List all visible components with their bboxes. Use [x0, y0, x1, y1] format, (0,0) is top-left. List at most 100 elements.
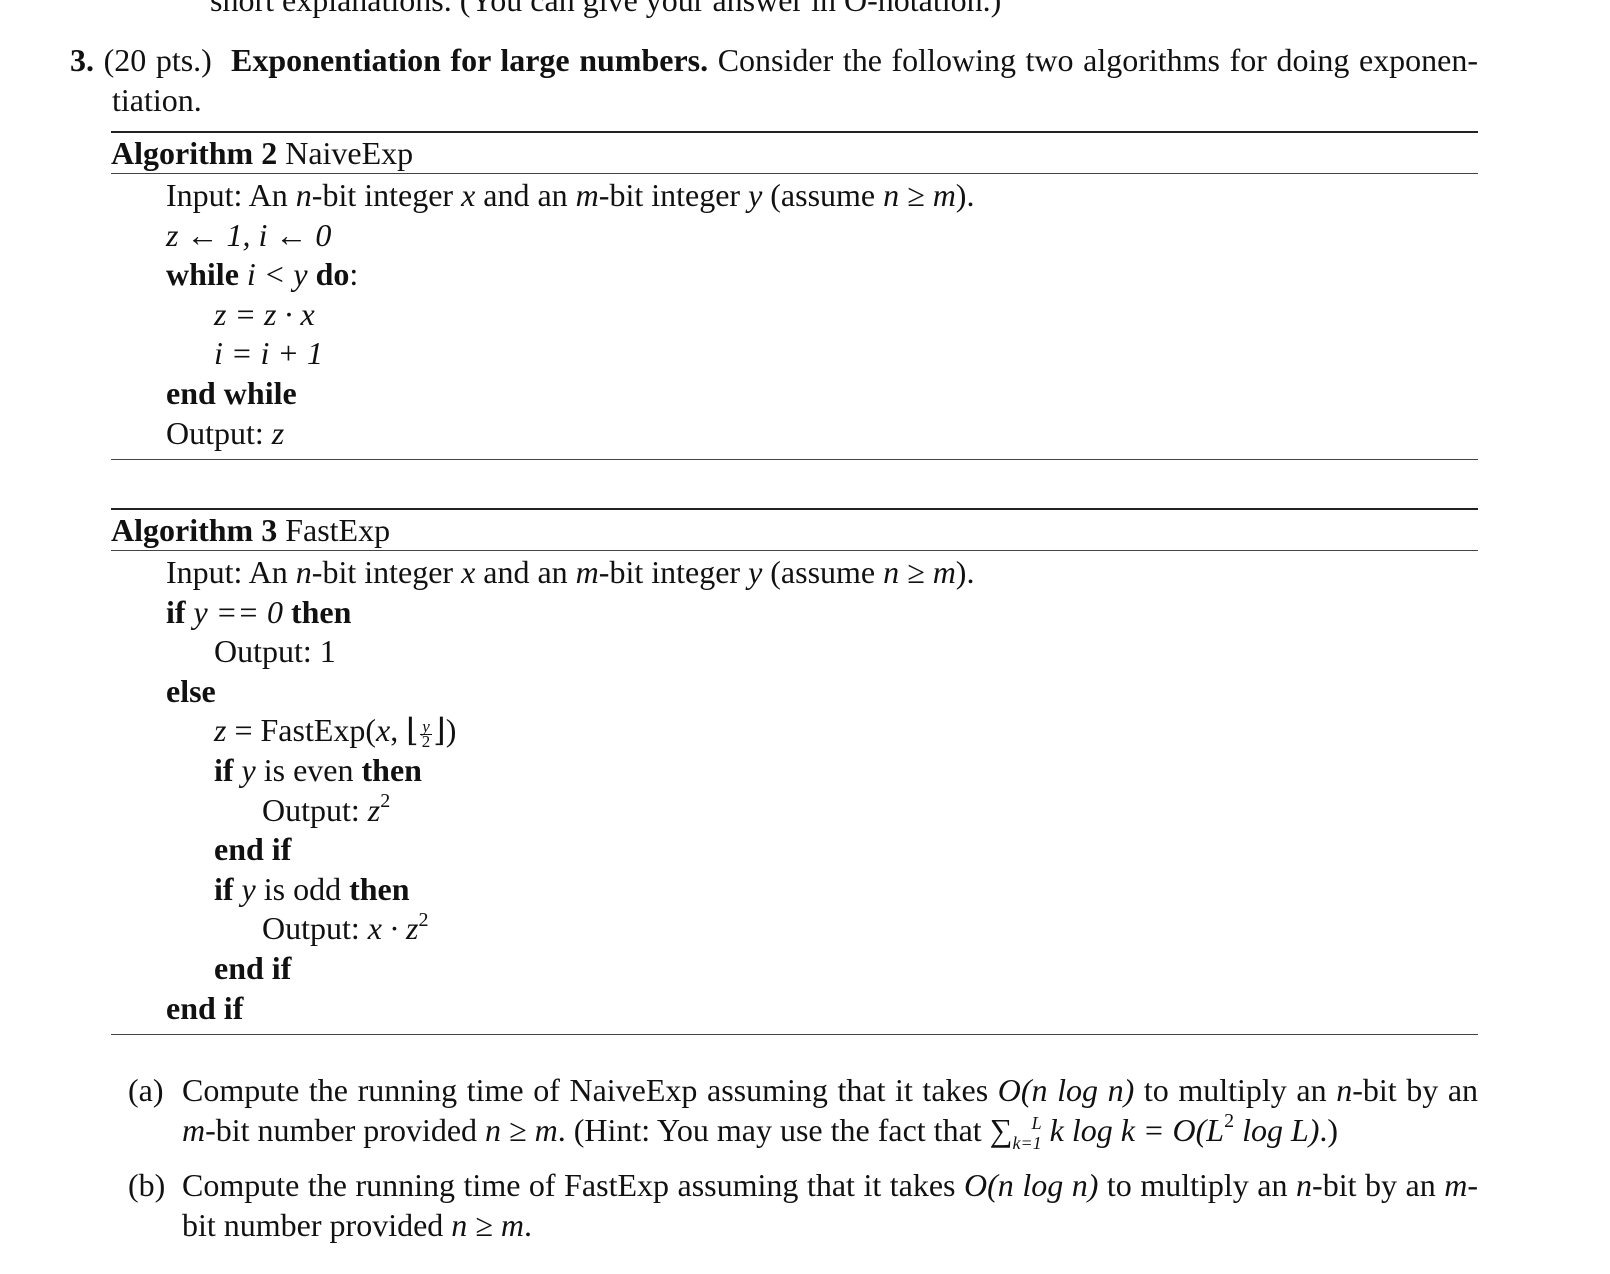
keyword-then: then [361, 751, 422, 788]
var-y: y [748, 177, 763, 213]
problem-intro-continued: tiation. [112, 82, 202, 118]
fraction-y-over-2: y2 [419, 718, 433, 751]
output-label: Output: [262, 910, 368, 947]
output-value: z [271, 414, 285, 451]
output-line: Output: x · z2 [111, 909, 1478, 949]
algorithm-input-line: Input: An n-bit integer x and an m-bit i… [111, 553, 1478, 593]
keyword-do: do [315, 256, 350, 293]
problem-points: (20 pts.) [103, 42, 212, 78]
problem-title: Exponentiation for large numbers. [231, 42, 709, 78]
keyword-if: if [214, 751, 234, 788]
algorithm-title: Algorithm 3 FastExp [111, 510, 1478, 550]
var-x: x [461, 177, 476, 213]
loop-body-line: z = z · x [214, 295, 315, 332]
part-text: Compute the running time of NaiveExp ass… [182, 1070, 1478, 1155]
text: -bit number provided [205, 1112, 486, 1148]
output-line: Output: z2 [111, 791, 1478, 831]
algorithm-body: Input: An n-bit integer x and an m-bit i… [111, 174, 1478, 459]
text: .) [1319, 1112, 1339, 1148]
init-line: z ← 1, i ← 0 [166, 216, 332, 253]
if-condition: y == 0 [185, 593, 291, 630]
input-text: (assume [762, 554, 884, 590]
question-parts: (a) Compute the running time of NaiveExp… [128, 1070, 1478, 1255]
input-text: -bit integer [598, 554, 749, 590]
problem-header-line1: 3. (20 pts.) Exponentiation for large nu… [70, 40, 1478, 80]
var-x: x [376, 712, 391, 749]
end-if-line: end if [214, 949, 292, 986]
var-m: m [1444, 1167, 1468, 1203]
input-text: ). [955, 554, 975, 590]
if-zero-line: if y == 0 then [111, 593, 1478, 633]
algorithm-bottom-rule [111, 459, 1478, 461]
output-line: Output: z [111, 414, 1478, 454]
call-text: = FastExp( [226, 712, 377, 749]
var-x: x [461, 554, 476, 590]
keyword-then: then [349, 870, 410, 907]
sum-tail: log L) [1234, 1112, 1320, 1148]
exponent: 2 [380, 789, 391, 812]
problem-header: 3. (20 pts.) Exponentiation for large nu… [70, 40, 1478, 120]
exponent: 2 [418, 908, 429, 931]
if-even-line: if y is even then [111, 751, 1478, 791]
text: . (Hint: You may use the fact that [557, 1112, 990, 1148]
input-text: -bit integer [598, 177, 749, 213]
algorithm-naiveexp: Algorithm 2 NaiveExp Input: An n-bit int… [111, 131, 1478, 461]
text: -bit by an [1312, 1167, 1445, 1203]
part-a: (a) Compute the running time of NaiveExp… [128, 1070, 1478, 1155]
algorithm-name: FastExp [285, 512, 391, 548]
algorithm-title: Algorithm 2 NaiveExp [111, 133, 1478, 173]
fraction-denominator: 2 [421, 731, 431, 751]
part-label: (a) [128, 1072, 164, 1108]
input-text: and an [475, 177, 576, 213]
output-value: x · z [367, 910, 419, 947]
while-line: while i < y do: [111, 255, 1478, 295]
text: Compute the running time of FastExp assu… [182, 1167, 965, 1203]
condition: n ≥ m [451, 1207, 524, 1243]
part-text: Compute the running time of FastExp assu… [182, 1165, 1478, 1245]
floor-close: ⌋) [433, 712, 457, 749]
text: Compute the running time of NaiveExp ass… [182, 1072, 998, 1108]
cutoff-previous-text: short explanations. (You can give your a… [210, 0, 1002, 18]
algorithm-body: Input: An n-bit integer x and an m-bit i… [111, 551, 1478, 1034]
algorithm-label: Algorithm 3 [111, 512, 278, 548]
exponent: 2 [1224, 1110, 1235, 1133]
var-z: z [214, 712, 227, 749]
end-if-line: end if [166, 989, 244, 1026]
keyword-if: if [166, 593, 186, 630]
input-text: ). [955, 177, 975, 213]
input-text: Input: An [166, 554, 296, 590]
algorithm-input-line: Input: An n-bit integer x and an m-bit i… [111, 176, 1478, 216]
text: -bit by an [1352, 1072, 1479, 1108]
text: to multiply an [1134, 1072, 1337, 1108]
var-n: n [1336, 1072, 1353, 1108]
condition-text: is odd [263, 870, 350, 907]
algorithm-label: Algorithm 2 [111, 135, 278, 171]
input-condition: n ≥ m [883, 177, 956, 213]
floor-open: , ⌊ [390, 712, 419, 749]
input-text: -bit integer [311, 554, 462, 590]
problem-number: 3. [70, 42, 94, 78]
var-m: m [182, 1112, 206, 1148]
text: . [523, 1207, 532, 1243]
input-text: -bit integer [311, 177, 462, 213]
loop-body-line: i = i + 1 [214, 335, 323, 372]
input-text: and an [475, 554, 576, 590]
big-o-expression: O(n log n) [964, 1167, 1099, 1203]
keyword-if: if [214, 870, 234, 907]
keyword-then: then [290, 593, 352, 630]
else-line: else [166, 672, 216, 709]
sum-symbol: ∑ [989, 1112, 1013, 1148]
sum-subscript: k=1 [1012, 1133, 1042, 1153]
if-odd-line: if y is odd then [111, 870, 1478, 910]
recursive-call-line: z = FastExp(x, ⌊ y 2 ⌋) [111, 711, 1478, 751]
var-y: y [233, 751, 264, 788]
big-o-expression: O(n log n) [997, 1072, 1135, 1108]
sum-superscript: L [1031, 1113, 1042, 1133]
output-line: Output: 1 [214, 633, 336, 670]
var-m: m [575, 554, 599, 590]
part-b: (b) Compute the running time of FastExp … [128, 1165, 1478, 1245]
output-value: z [367, 791, 381, 828]
condition-text: is even [263, 751, 362, 788]
input-text: Input: An [166, 177, 296, 213]
var-n: n [1296, 1167, 1313, 1203]
